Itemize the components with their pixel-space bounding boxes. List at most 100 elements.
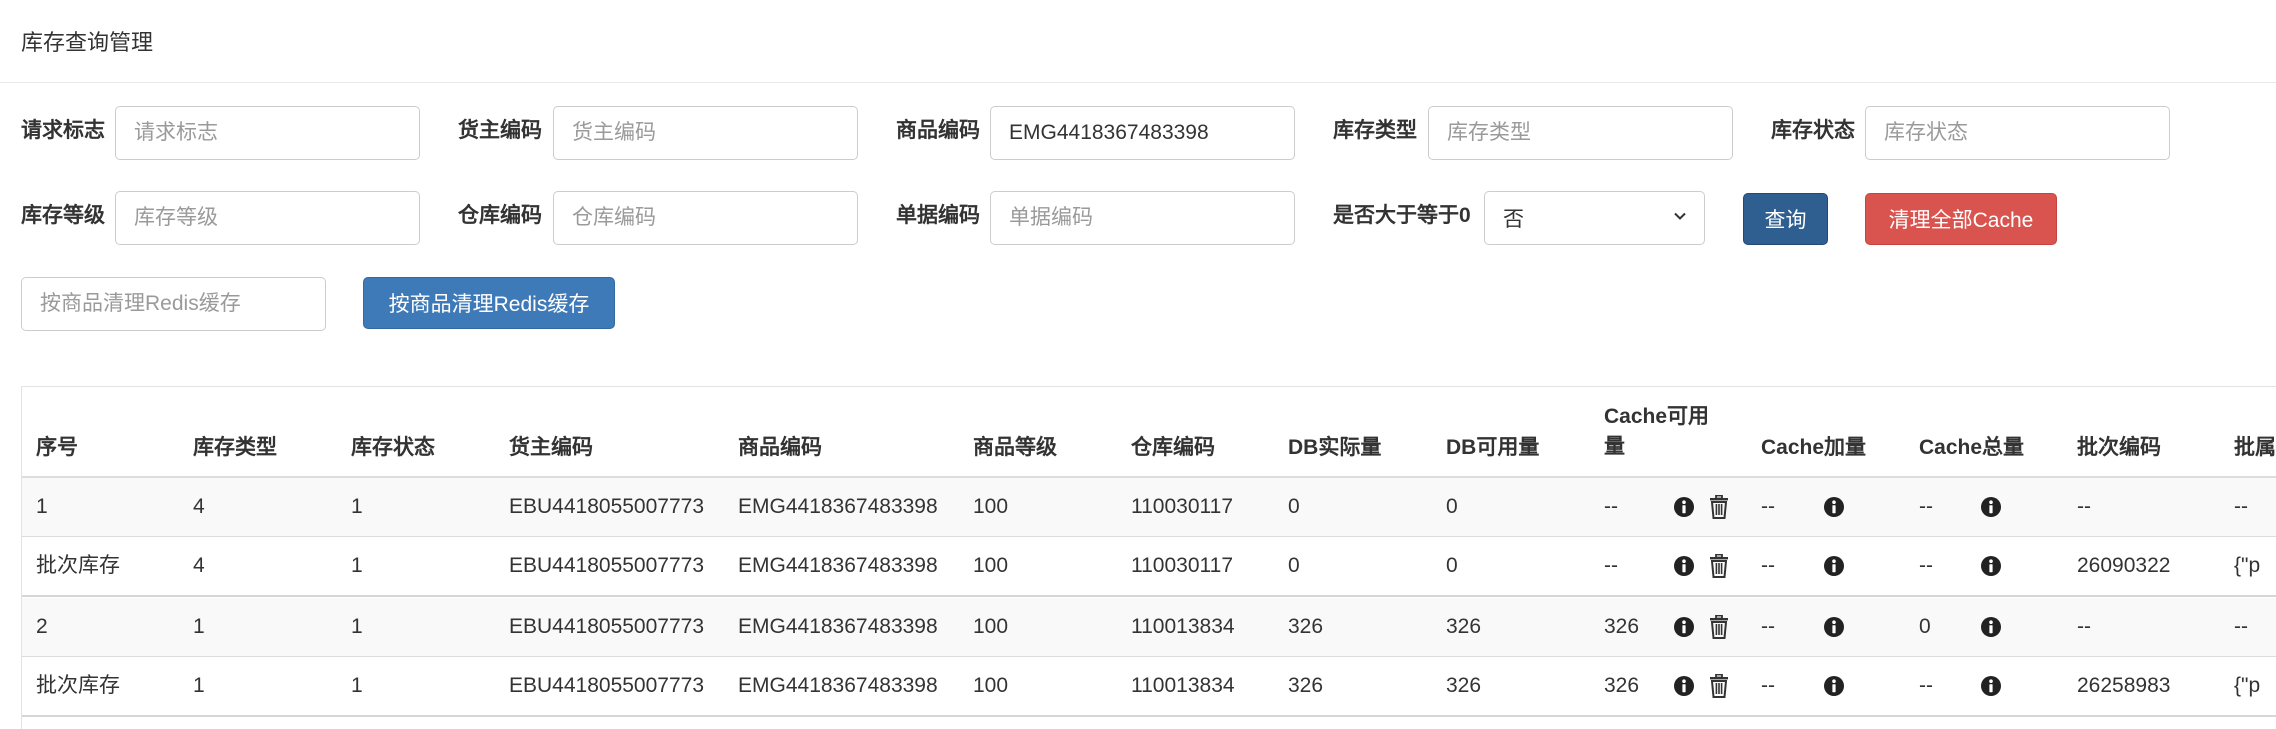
- table-cell: 0: [1919, 615, 1931, 638]
- table-cell: EMG4418367483398: [738, 554, 938, 577]
- owner-code-label: 货主编码: [458, 119, 542, 142]
- table-cell: 0: [1446, 495, 1458, 518]
- stock-type-input[interactable]: [1428, 106, 1733, 160]
- owner-code-input[interactable]: [553, 106, 858, 160]
- table-cell: --: [2077, 615, 2091, 638]
- table-cell: --: [2234, 615, 2248, 638]
- table-cell: 326: [1604, 615, 1640, 638]
- table-cell: 326: [1288, 674, 1324, 697]
- table-cell: EBU4418055007773: [509, 554, 705, 577]
- gte-zero-selected: 否: [1503, 208, 1524, 231]
- clear-all-cache-button[interactable]: 清理全部Cache: [1865, 193, 2057, 245]
- inventory-table: 序号 库存类型 库存状态 货主编码 商品编码 商品等级 仓库编码 DB实际量 D…: [21, 386, 2276, 729]
- column-header: Cache总量: [1919, 436, 2025, 459]
- table-cell: --: [1919, 495, 1933, 518]
- table-cell: 100: [973, 674, 1009, 697]
- table-cell: --: [1604, 554, 1618, 577]
- info-icon[interactable]: [1980, 495, 2002, 519]
- table-cell: 100: [973, 495, 1009, 518]
- info-icon[interactable]: [1823, 554, 1845, 578]
- table-cell: --: [1761, 674, 1775, 697]
- stock-status-input[interactable]: [1865, 106, 2170, 160]
- table-cell: 1: [193, 615, 205, 638]
- column-header: 仓库编码: [1131, 436, 1215, 459]
- table-row: 2 1 1 EBU4418055007773 EMG4418367483398 …: [22, 598, 2276, 657]
- table-cell: 批次库存: [36, 554, 120, 577]
- table-cell: 326: [1288, 615, 1324, 638]
- page-title: 库存查询管理: [21, 30, 154, 55]
- table-cell: --: [2077, 495, 2091, 518]
- column-header: 货主编码: [509, 436, 593, 459]
- product-code-input[interactable]: [990, 106, 1295, 160]
- table-cell: 2: [36, 615, 48, 638]
- table-cell: 1: [351, 554, 363, 577]
- table-cell: 4: [193, 554, 205, 577]
- info-icon[interactable]: [1673, 554, 1695, 578]
- table-cell: 0: [1288, 554, 1300, 577]
- column-header: DB实际量: [1288, 436, 1382, 459]
- column-header: 商品编码: [738, 436, 822, 459]
- table-cell: 1: [351, 674, 363, 697]
- table-cell: 26258983: [2077, 674, 2171, 697]
- trash-icon[interactable]: [1708, 554, 1730, 578]
- request-flag-input[interactable]: [115, 106, 420, 160]
- gte-zero-label: 是否大于等于0: [1333, 204, 1471, 227]
- chevron-down-icon: [1674, 212, 1686, 220]
- table-cell: 110013834: [1131, 615, 1235, 638]
- table-cell: 1: [351, 615, 363, 638]
- redis-clear-input[interactable]: [21, 277, 326, 331]
- info-icon[interactable]: [1673, 674, 1695, 698]
- warehouse-code-input[interactable]: [553, 191, 858, 245]
- table-cell: 1: [351, 495, 363, 518]
- table-cell: EBU4418055007773: [509, 674, 705, 697]
- table-cell: EMG4418367483398: [738, 495, 938, 518]
- table-cell: 110013834: [1131, 674, 1235, 697]
- table-cell: --: [1761, 554, 1775, 577]
- table-row: 批次库存 1 1 EBU4418055007773 EMG44183674833…: [22, 657, 2276, 717]
- table-cell: 批次库存: [36, 674, 120, 697]
- query-button[interactable]: 查询: [1743, 193, 1828, 245]
- page-header: 库存查询管理: [0, 0, 2276, 83]
- stock-type-label: 库存类型: [1333, 119, 1417, 142]
- table-cell: --: [1919, 674, 1933, 697]
- product-code-label: 商品编码: [896, 119, 980, 142]
- stock-grade-label: 库存等级: [21, 204, 105, 227]
- info-icon[interactable]: [1673, 615, 1695, 639]
- info-icon[interactable]: [1980, 554, 2002, 578]
- redis-clear-button[interactable]: 按商品清理Redis缓存: [363, 277, 615, 329]
- table-cell: 1: [193, 674, 205, 697]
- trash-icon[interactable]: [1708, 615, 1730, 639]
- column-header: DB可用量: [1446, 436, 1540, 459]
- doc-code-label: 单据编码: [896, 204, 980, 227]
- info-icon[interactable]: [1823, 674, 1845, 698]
- column-header: 批次编码: [2077, 436, 2161, 459]
- table-cell: EBU4418055007773: [509, 615, 705, 638]
- table-row: 批次库存 4 1 EBU4418055007773 EMG44183674833…: [22, 537, 2276, 597]
- gte-zero-select[interactable]: 否: [1484, 191, 1705, 245]
- info-icon[interactable]: [1823, 615, 1845, 639]
- table-cell: 326: [1604, 674, 1640, 697]
- column-header: 库存状态: [351, 436, 435, 459]
- table-cell: {"p: [2234, 554, 2261, 577]
- stock-grade-input[interactable]: [115, 191, 420, 245]
- doc-code-input[interactable]: [990, 191, 1295, 245]
- table-cell: --: [1761, 615, 1775, 638]
- info-icon[interactable]: [1980, 674, 2002, 698]
- table-cell: 0: [1446, 554, 1458, 577]
- table-cell: 26090322: [2077, 554, 2171, 577]
- table-cell: 100: [973, 554, 1009, 577]
- warehouse-code-label: 仓库编码: [458, 204, 542, 227]
- info-icon[interactable]: [1673, 495, 1695, 519]
- trash-icon[interactable]: [1708, 495, 1730, 519]
- column-header: 商品等级: [973, 436, 1057, 459]
- table-cell: 100: [973, 615, 1009, 638]
- table-cell: --: [1604, 495, 1618, 518]
- info-icon[interactable]: [1980, 615, 2002, 639]
- table-row: 1 4 1 EBU4418055007773 EMG4418367483398 …: [22, 478, 2276, 537]
- stock-status-label: 库存状态: [1771, 119, 1855, 142]
- column-header: 序号: [36, 436, 78, 459]
- trash-icon[interactable]: [1708, 674, 1730, 698]
- request-flag-label: 请求标志: [21, 119, 105, 142]
- column-header: 库存类型: [193, 436, 277, 459]
- info-icon[interactable]: [1823, 495, 1845, 519]
